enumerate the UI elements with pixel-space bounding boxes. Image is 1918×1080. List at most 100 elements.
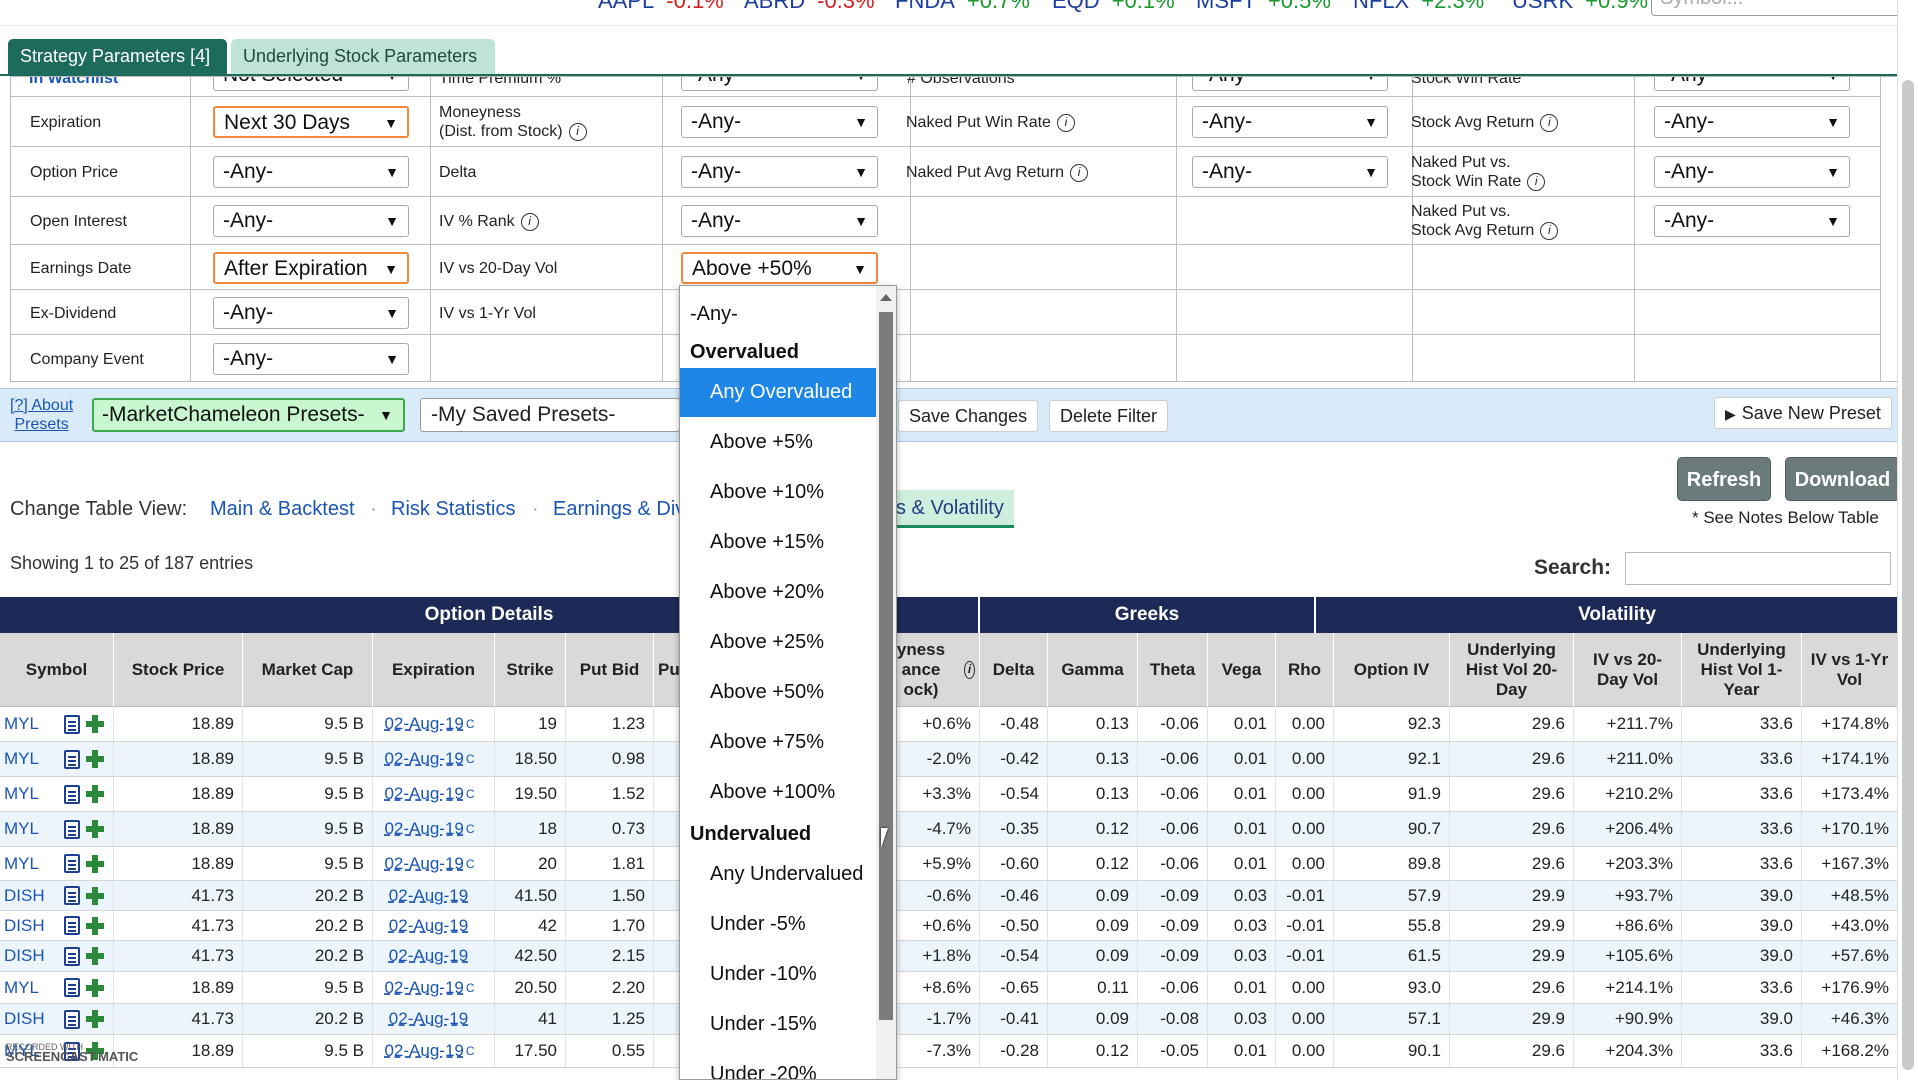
dropdown-scroll-thumb[interactable] bbox=[879, 312, 893, 1020]
symbol-search-input[interactable]: Symbol... bbox=[1651, 0, 1913, 16]
expiration-link[interactable]: 02-Aug-19 bbox=[373, 881, 495, 910]
tab-underlying-stock-parameters[interactable]: Underlying Stock Parameters bbox=[231, 39, 495, 74]
table-row[interactable]: DISH 41.73 20.2 B 02-Aug-19 41.50 1.50 -0.6% -0… bbox=[0, 881, 1918, 911]
add-plus-icon[interactable] bbox=[86, 1010, 104, 1028]
symbol-link[interactable]: DISH bbox=[0, 881, 114, 910]
expiration-date[interactable]: 02-Aug-19 bbox=[389, 886, 468, 906]
info-icon[interactable]: i bbox=[1540, 113, 1559, 132]
document-icon[interactable] bbox=[64, 749, 80, 769]
symbol-text[interactable]: MYL bbox=[4, 749, 39, 769]
table-row[interactable]: DISH 41.73 20.2 B 02-Aug-19 41 1.25 -1.7% -0.41… bbox=[0, 1004, 1918, 1035]
ticker-item[interactable]: FNDA +0.7% bbox=[895, 0, 1030, 14]
info-icon[interactable]: i bbox=[1540, 221, 1559, 240]
dropdown-option[interactable]: Under -10% bbox=[680, 950, 876, 999]
moneyness-select[interactable]: -Any- ▼ bbox=[681, 106, 878, 138]
info-icon[interactable]: i bbox=[963, 661, 975, 679]
view-earnings-dividends-link[interactable]: Earnings & Div bbox=[553, 498, 685, 521]
naked-put-vs-stock-avg-return-select[interactable]: -Any- ▼ bbox=[1654, 205, 1850, 237]
about-presets-link[interactable]: [?] About Presets bbox=[10, 396, 73, 434]
col-stock-price[interactable]: Stock Price bbox=[114, 633, 243, 707]
col-gamma[interactable]: Gamma bbox=[1048, 633, 1138, 707]
dropdown-option[interactable]: Under -5% bbox=[680, 900, 876, 949]
my-saved-presets-select[interactable]: -My Saved Presets- bbox=[420, 398, 680, 432]
table-search-input[interactable] bbox=[1625, 552, 1891, 585]
expiration-select[interactable]: Next 30 Days ▼ bbox=[213, 106, 409, 138]
table-row[interactable]: MYL 18.89 9.5 B 02-Aug-19 C 17.50 0.55 -7.3% -0.… bbox=[0, 1035, 1918, 1068]
expiration-date[interactable]: 02-Aug-19 bbox=[384, 784, 463, 804]
add-plus-icon[interactable] bbox=[86, 820, 104, 838]
col-market-cap[interactable]: Market Cap bbox=[243, 633, 373, 707]
symbol-link[interactable]: DISH bbox=[0, 911, 114, 940]
document-icon[interactable] bbox=[64, 1009, 80, 1029]
expiration-link[interactable]: 02-Aug-19 C bbox=[373, 972, 495, 1003]
dropdown-option-any[interactable]: -Any- bbox=[680, 290, 876, 339]
expiration-date[interactable]: 02-Aug-19 bbox=[389, 946, 468, 966]
ticker-item[interactable]: AAPL -0.1% bbox=[598, 0, 724, 14]
view-risk-statistics-link[interactable]: Risk Statistics bbox=[391, 498, 515, 521]
ex-dividend-select[interactable]: -Any- ▼ bbox=[213, 297, 409, 329]
add-plus-icon[interactable] bbox=[86, 715, 104, 733]
document-icon[interactable] bbox=[64, 916, 80, 935]
dropdown-option[interactable]: Above +10% bbox=[680, 468, 876, 517]
expiration-link[interactable]: 02-Aug-19 C bbox=[373, 777, 495, 811]
dropdown-option[interactable]: Under -15% bbox=[680, 1000, 876, 1049]
marketchameleon-presets-select[interactable]: -MarketChameleon Presets- ▼ bbox=[92, 398, 405, 432]
tab-strategy-parameters[interactable]: Strategy Parameters [4] bbox=[8, 39, 227, 74]
naked-put-avg-return-select[interactable]: -Any- ▼ bbox=[1192, 156, 1388, 188]
expiration-date[interactable]: 02-Aug-19 bbox=[384, 978, 463, 998]
open-interest-select[interactable]: -Any- ▼ bbox=[213, 205, 409, 237]
table-row[interactable]: MYL 18.89 9.5 B 02-Aug-19 C 18.50 0.98 -2.0% -0.… bbox=[0, 742, 1918, 777]
table-row[interactable]: MYL 18.89 9.5 B 02-Aug-19 C 19 1.23 +0.6% -0.48 0… bbox=[0, 707, 1918, 742]
save-new-preset-button[interactable]: ▶ Save New Preset bbox=[1714, 397, 1892, 429]
expiration-link[interactable]: 02-Aug-19 bbox=[373, 911, 495, 940]
symbol-link[interactable]: MYL bbox=[0, 742, 114, 776]
download-button[interactable]: Download bbox=[1785, 457, 1900, 501]
col-iv-vs-20day-vol[interactable]: IV vs 20-Day Vol bbox=[1574, 633, 1682, 707]
expiration-date[interactable]: 02-Aug-19 bbox=[389, 1009, 468, 1029]
symbol-text[interactable]: DISH bbox=[4, 886, 45, 906]
symbol-link[interactable]: DISH bbox=[0, 941, 114, 971]
expiration-link[interactable]: 02-Aug-19 C bbox=[373, 707, 495, 741]
add-plus-icon[interactable] bbox=[86, 886, 104, 905]
dropdown-option-any-undervalued[interactable]: Any Undervalued bbox=[680, 850, 876, 899]
table-row[interactable]: MYL 18.89 9.5 B 02-Aug-19 C 20.50 2.20 +8.6% -0.… bbox=[0, 972, 1918, 1004]
add-plus-icon[interactable] bbox=[86, 750, 104, 768]
iv-vs-20day-vol-select[interactable]: Above +50% ▼ bbox=[681, 252, 878, 284]
expiration-date[interactable]: 02-Aug-19 bbox=[384, 819, 463, 839]
time-premium-select[interactable]: -Any-▼ bbox=[681, 77, 878, 91]
refresh-button[interactable]: Refresh bbox=[1677, 457, 1771, 501]
expiration-date[interactable]: 02-Aug-19 bbox=[384, 854, 463, 874]
symbol-link[interactable]: MYL bbox=[0, 847, 114, 880]
col-delta[interactable]: Delta bbox=[980, 633, 1048, 707]
company-event-select[interactable]: -Any- ▼ bbox=[213, 343, 409, 375]
ticker-item[interactable]: ABRD -0.3% bbox=[744, 0, 875, 14]
save-changes-button[interactable]: Save Changes bbox=[898, 400, 1039, 432]
expiration-link[interactable]: 02-Aug-19 bbox=[373, 941, 495, 971]
ticker-item[interactable]: USRK +0.9% bbox=[1512, 0, 1648, 14]
dropdown-option-any-overvalued[interactable]: Any Overvalued bbox=[680, 368, 876, 417]
expiration-date[interactable]: 02-Aug-19 bbox=[384, 714, 463, 734]
col-option-iv[interactable]: Option IV bbox=[1334, 633, 1450, 707]
table-row[interactable]: MYL 18.89 9.5 B 02-Aug-19 C 19.50 1.52 +3.3% -0.… bbox=[0, 777, 1918, 812]
ticker-item[interactable]: EQD +0.1% bbox=[1052, 0, 1175, 14]
info-icon[interactable]: i bbox=[520, 212, 539, 231]
table-row[interactable]: DISH 41.73 20.2 B 02-Aug-19 42.50 2.15 +1.8% -0… bbox=[0, 941, 1918, 972]
col-iv-vs-1yr-vol[interactable]: IV vs 1-Yr Vol bbox=[1802, 633, 1898, 707]
expiration-link[interactable]: 02-Aug-19 C bbox=[373, 847, 495, 880]
symbol-link[interactable]: MYL bbox=[0, 777, 114, 811]
dropdown-option[interactable]: Under -20% bbox=[680, 1050, 876, 1079]
ticker-item[interactable]: NFLX +2.3% bbox=[1353, 0, 1484, 14]
scroll-up-arrow-icon[interactable] bbox=[880, 294, 892, 301]
option-price-select[interactable]: -Any- ▼ bbox=[213, 156, 409, 188]
document-icon[interactable] bbox=[64, 854, 80, 873]
info-icon[interactable]: i bbox=[1056, 113, 1075, 132]
col-theta[interactable]: Theta bbox=[1138, 633, 1208, 707]
symbol-text[interactable]: DISH bbox=[4, 946, 45, 966]
dropdown-option[interactable]: Above +50% bbox=[680, 668, 876, 717]
dropdown-option[interactable]: Above +75% bbox=[680, 718, 876, 767]
page-scroll-thumb[interactable] bbox=[1902, 80, 1914, 1070]
col-strike[interactable]: Strike bbox=[495, 633, 566, 707]
dropdown-option[interactable]: Above +100% bbox=[680, 768, 876, 817]
view-main-backtest-link[interactable]: Main & Backtest bbox=[210, 498, 355, 521]
document-icon[interactable] bbox=[64, 819, 80, 839]
